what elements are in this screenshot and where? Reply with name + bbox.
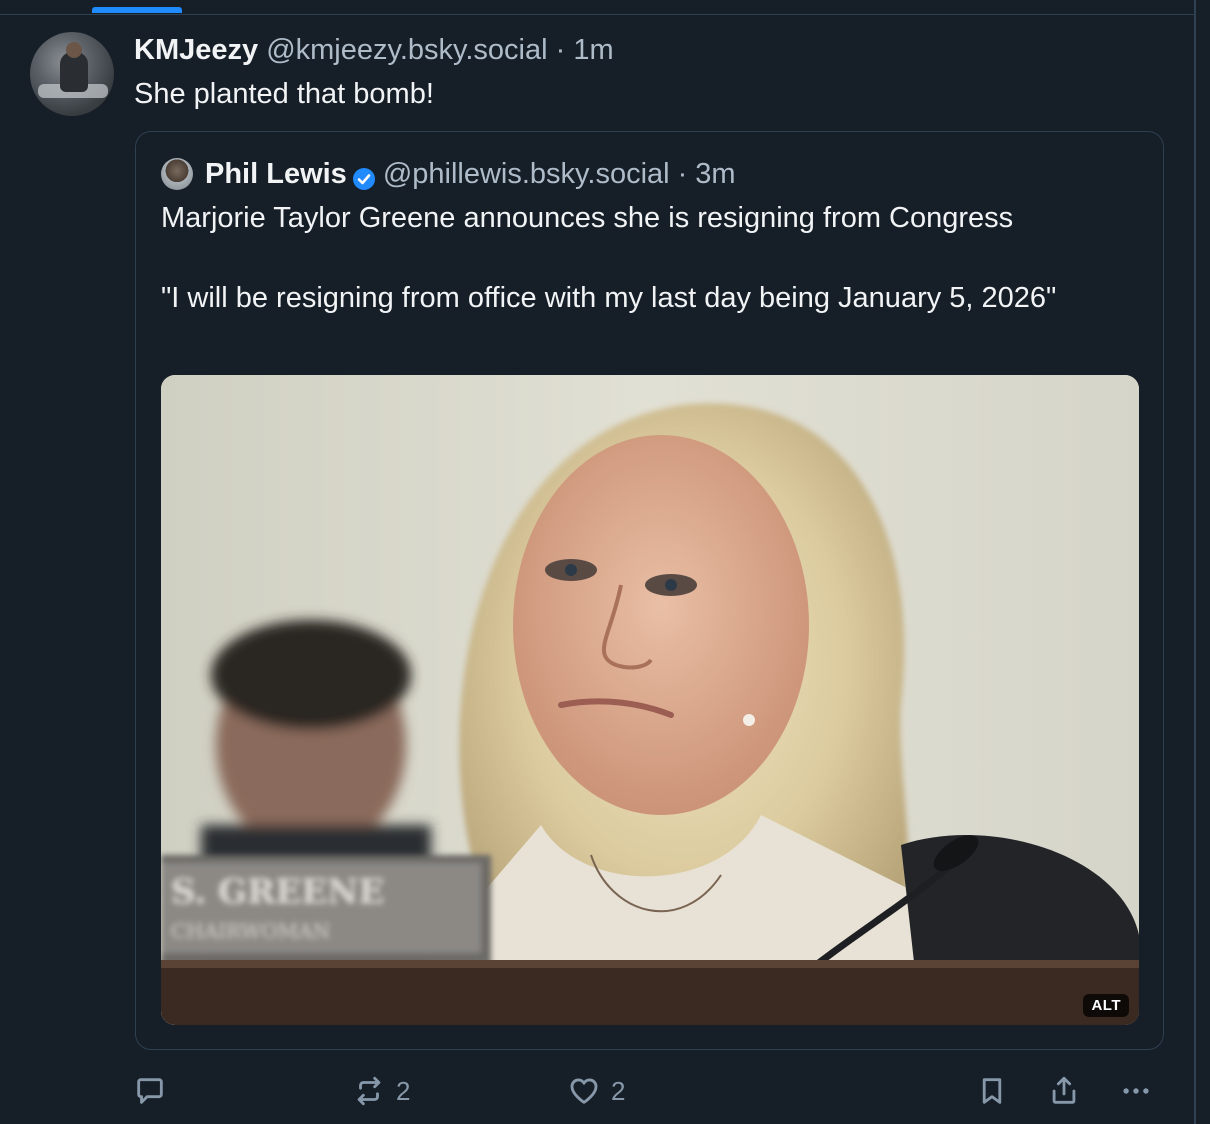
- author-avatar[interactable]: [30, 32, 114, 116]
- svg-text:S. GREENE: S. GREENE: [171, 872, 384, 912]
- quote-header-separator: ·: [677, 158, 688, 190]
- avatar-figure: [60, 52, 88, 92]
- alt-text-badge[interactable]: ALT: [1083, 994, 1129, 1017]
- active-tab-indicator: [92, 7, 182, 13]
- quote-text-spacer: [161, 238, 1151, 278]
- like-count: 2: [611, 1075, 626, 1106]
- repost-count: 2: [396, 1075, 411, 1106]
- avatar-figure-head: [66, 42, 82, 58]
- repost-icon: [357, 1076, 381, 1106]
- share-button[interactable]: [1047, 1068, 1081, 1114]
- post-action-bar: 2 2: [0, 1068, 1195, 1114]
- quote-text-line-2: "I will be resigning from office with my…: [161, 282, 1057, 314]
- bookmark-button[interactable]: [975, 1068, 1009, 1114]
- verified-badge-icon[interactable]: [352, 162, 376, 190]
- post-text: She planted that bomb!: [134, 78, 434, 110]
- author-handle[interactable]: @kmjeezy.bsky.social: [266, 34, 547, 66]
- quoted-post-card[interactable]: Phil Lewis @phillewis.bsky.social · 3m M…: [135, 131, 1164, 1050]
- share-icon: [1052, 1076, 1076, 1104]
- feed-right-border: [1194, 0, 1196, 1124]
- heart-icon: [570, 1078, 598, 1104]
- quote-author-avatar[interactable]: [161, 158, 193, 190]
- quote-image[interactable]: S. GREENE CHAIRWOMAN ALT: [161, 375, 1139, 1025]
- quote-author-name[interactable]: Phil Lewis: [205, 154, 347, 194]
- header-separator: ·: [555, 34, 566, 66]
- repost-button[interactable]: 2: [352, 1068, 410, 1114]
- reply-button[interactable]: [133, 1068, 167, 1114]
- post-timestamp[interactable]: 1m: [573, 34, 613, 66]
- author-name[interactable]: KMJeezy: [134, 34, 258, 66]
- more-options-button[interactable]: [1119, 1068, 1153, 1114]
- quote-timestamp[interactable]: 3m: [695, 154, 735, 194]
- post-header: KMJeezy @kmjeezy.bsky.social · 1m: [134, 31, 614, 69]
- quote-text-line-1: Marjorie Taylor Greene announces she is …: [161, 202, 1014, 234]
- reply-icon: [137, 1078, 163, 1104]
- bookmark-icon: [982, 1078, 1002, 1104]
- quote-header: Phil Lewis @phillewis.bsky.social · 3m: [205, 154, 736, 194]
- quote-author-handle[interactable]: @phillewis.bsky.social: [383, 154, 670, 194]
- like-button[interactable]: 2: [567, 1068, 625, 1114]
- svg-text:CHAIRWOMAN: CHAIRWOMAN: [171, 919, 330, 943]
- quote-text: Marjorie Taylor Greene announces she is …: [161, 198, 1151, 318]
- quote-image-drawing: S. GREENE CHAIRWOMAN: [161, 375, 1139, 1025]
- more-icon: [1123, 1088, 1149, 1094]
